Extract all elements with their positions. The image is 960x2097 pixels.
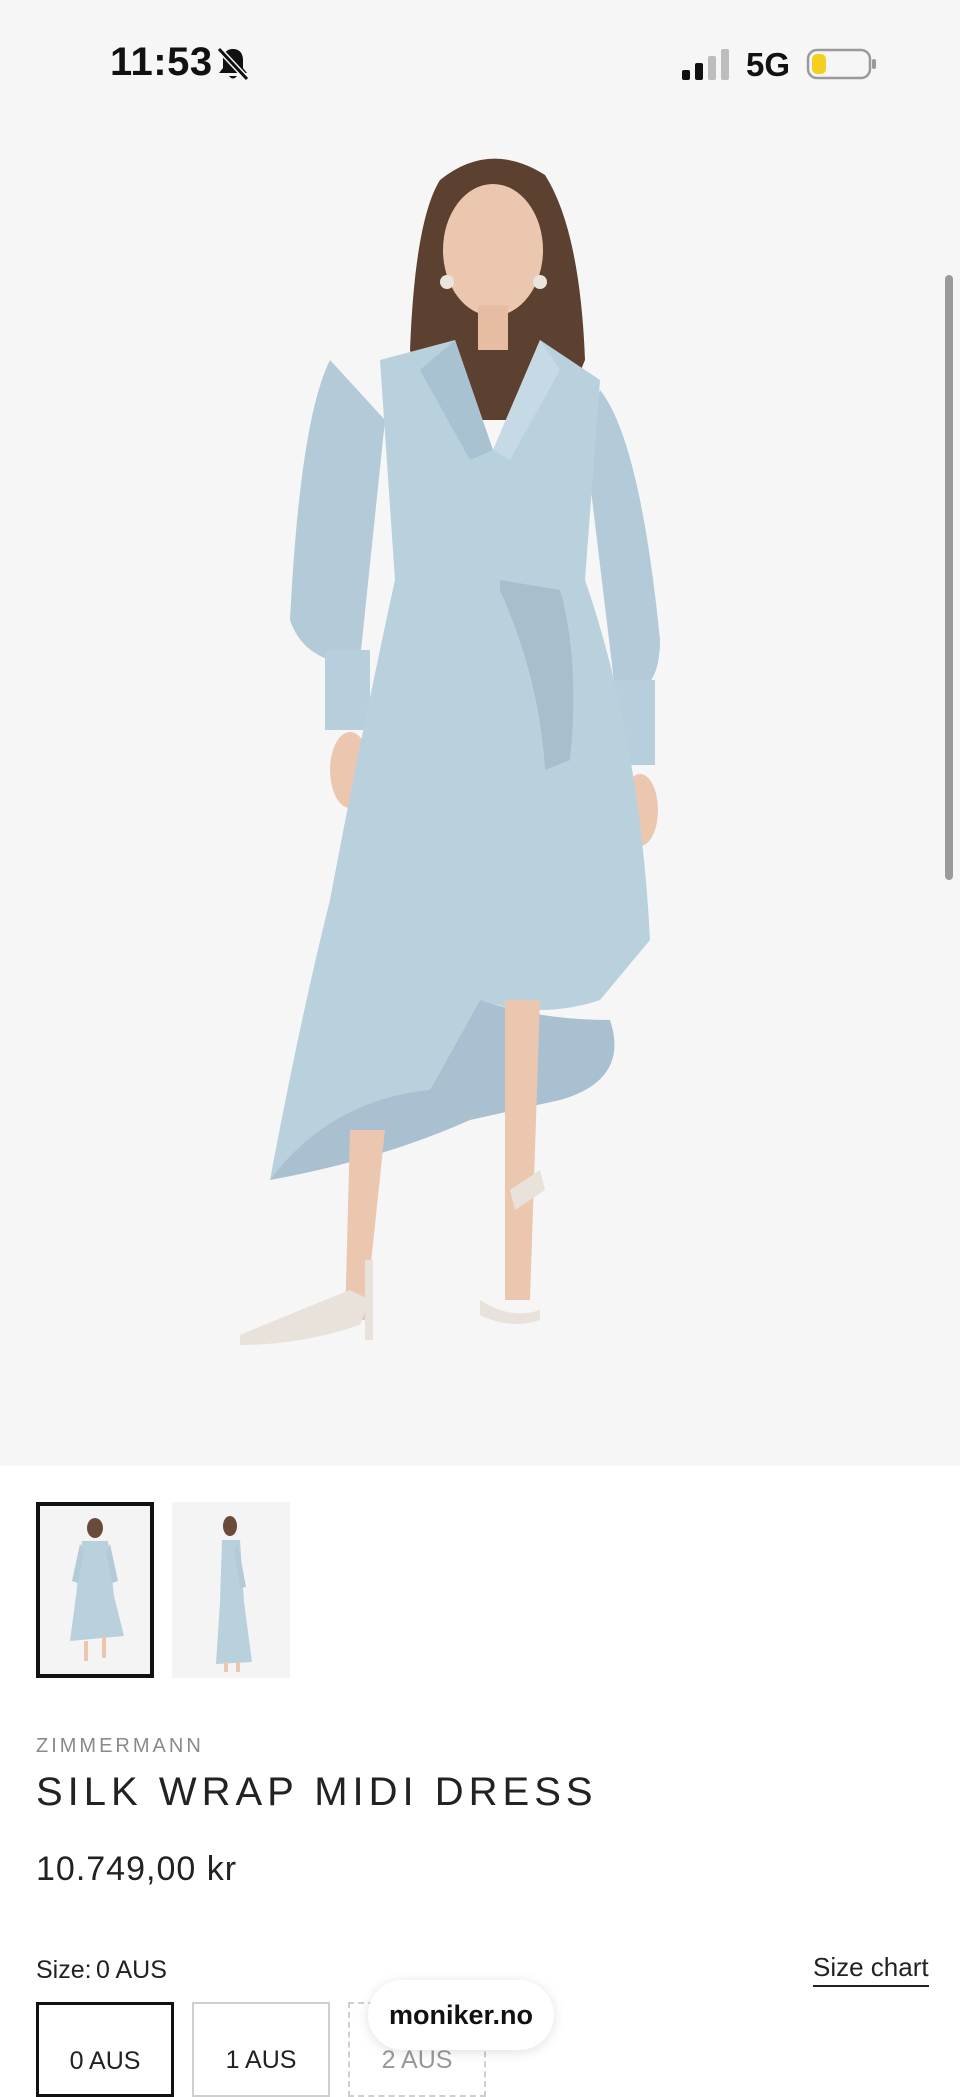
thumbnail-image [70,1518,124,1661]
status-bar: 11:53 5G [0,0,960,120]
browser-url-pill[interactable]: moniker.no [368,1980,554,2050]
network-type: 5G [746,46,791,83]
size-chart-link[interactable]: Size chart [813,1952,929,1987]
thumbnail-side[interactable] [172,1502,290,1678]
model-photo [240,158,660,1345]
size-option-1-aus[interactable]: 1 AUS [192,2002,330,2097]
selected-size-value: 0 AUS [96,1956,167,1984]
product-title: SILK WRAP MIDI DRESS [36,1770,598,1814]
size-label: Size: [36,1956,92,1984]
battery-icon [806,48,876,80]
product-image[interactable] [0,120,960,1466]
product-price: 10.749,00 kr [36,1850,238,1888]
brand-name[interactable]: ZIMMERMANN [36,1735,204,1758]
bell-slash-icon [216,46,250,82]
thumbnail-front[interactable] [36,1502,154,1678]
size-option-0-aus[interactable]: 0 AUS [36,2002,174,2097]
thumbnail-image [216,1516,252,1672]
signal-icon [682,49,729,80]
status-time: 11:53 [110,40,213,84]
scrollbar[interactable] [945,275,953,880]
